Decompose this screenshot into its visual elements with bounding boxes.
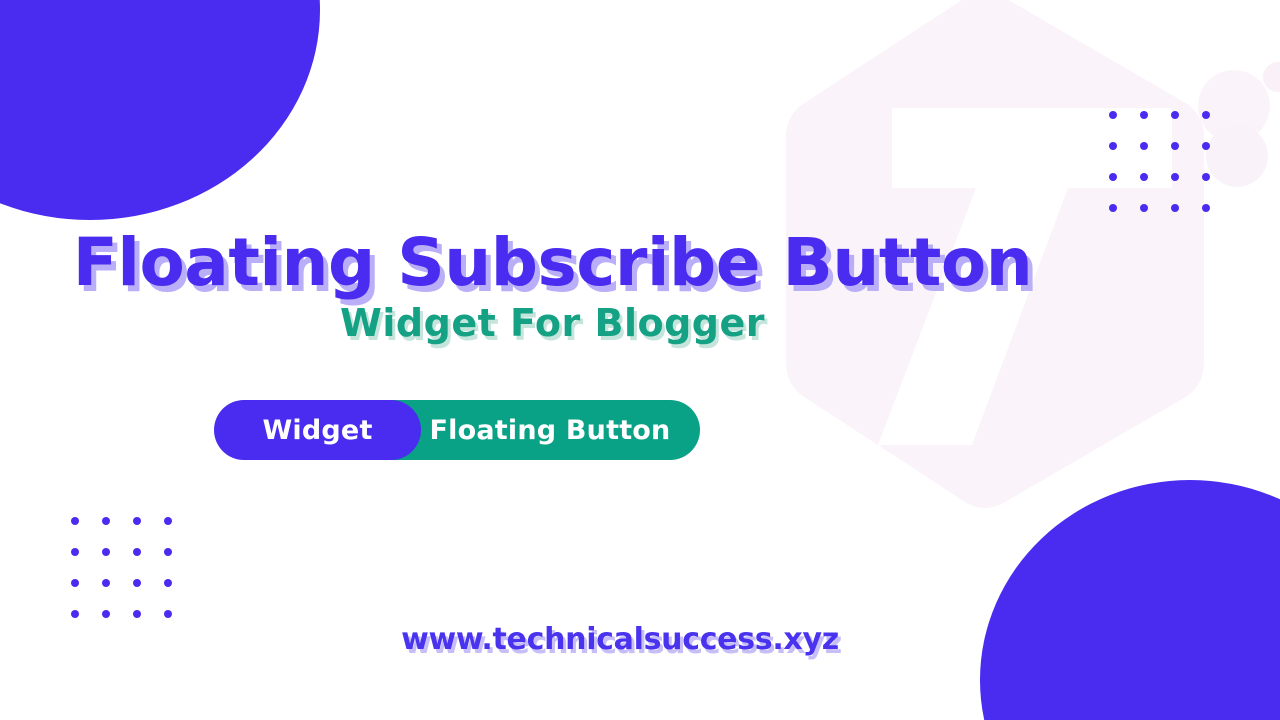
dot [1202,204,1210,212]
dot [71,579,79,587]
website-url[interactable]: www.technicalsuccess.xyz [0,622,1240,657]
dot [1109,111,1117,119]
dot [102,517,110,525]
dot [133,548,141,556]
dot [164,517,172,525]
dot [102,610,110,618]
dot [1140,111,1148,119]
dot [1202,173,1210,181]
dot [1171,204,1179,212]
dot [1109,204,1117,212]
dot [1109,142,1117,150]
dot [133,517,141,525]
dot [1202,111,1210,119]
dot [1171,142,1179,150]
dot [102,548,110,556]
dot [1171,111,1179,119]
dot [102,579,110,587]
dot-grid-top-right [1109,111,1210,212]
dot [1140,142,1148,150]
decorative-circle-c [1263,62,1280,92]
dot [71,517,79,525]
dot [1140,204,1148,212]
page-title: Floating Subscribe Button [72,224,1033,301]
decorative-blob-top-left [0,0,320,220]
dot [71,610,79,618]
dot [1109,173,1117,181]
decorative-blob-bottom-right [980,480,1280,720]
dot [164,548,172,556]
dot [133,579,141,587]
dot [164,610,172,618]
thumbnail-canvas: Floating Subscribe Button Widget For Blo… [0,0,1280,720]
dot-grid-bottom-left [71,517,172,618]
dot [1171,173,1179,181]
dot [164,579,172,587]
tag-widget[interactable]: Widget [214,400,421,460]
headline-block: Floating Subscribe Button Widget For Blo… [0,228,1105,345]
dot [71,548,79,556]
dot [1140,173,1148,181]
dot [1202,142,1210,150]
page-subtitle: Widget For Blogger [339,301,765,346]
dot [133,610,141,618]
